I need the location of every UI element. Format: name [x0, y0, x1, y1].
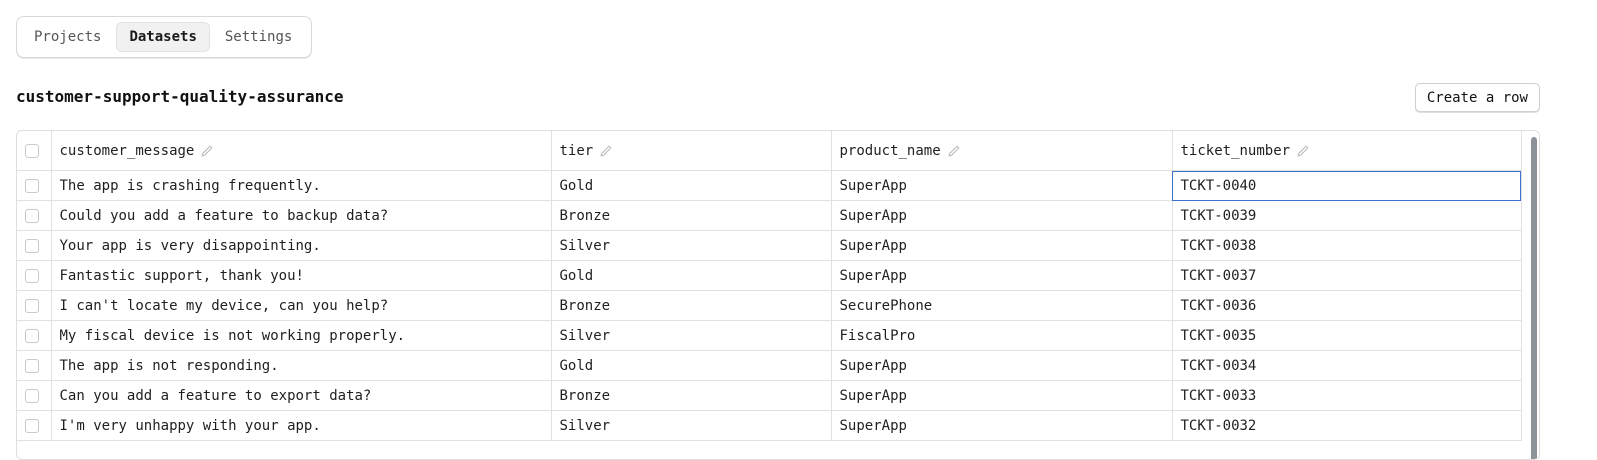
table-row[interactable]: Can you add a feature to export data? Br…	[17, 380, 1522, 411]
row-checkbox[interactable]	[25, 358, 39, 373]
row-checkbox[interactable]	[25, 208, 39, 223]
row-checkbox[interactable]	[25, 238, 39, 253]
cell-customer-message[interactable]: Your app is very disappointing.	[51, 230, 552, 261]
cell-tier[interactable]: Gold	[551, 350, 832, 381]
cell-product-name[interactable]: SuperApp	[831, 410, 1173, 441]
cell-customer-message[interactable]: The app is crashing frequently.	[51, 170, 552, 201]
row-checkbox[interactable]	[25, 388, 39, 403]
row-select-cell	[17, 200, 52, 231]
cell-customer-message[interactable]: I'm very unhappy with your app.	[51, 410, 552, 441]
cell-ticket-number[interactable]: TCKT-0039	[1172, 200, 1522, 231]
cell-tier[interactable]: Bronze	[551, 200, 832, 231]
pencil-icon[interactable]	[599, 144, 613, 158]
table-row[interactable]: The app is crashing frequently. Gold Sup…	[17, 170, 1522, 201]
select-all-cell	[17, 131, 52, 171]
row-select-cell	[17, 350, 52, 381]
cell-customer-message[interactable]: Could you add a feature to backup data?	[51, 200, 552, 231]
cell-tier[interactable]: Bronze	[551, 380, 832, 411]
cell-customer-message[interactable]: Fantastic support, thank you!	[51, 260, 552, 291]
column-header-product-name[interactable]: product_name	[831, 131, 1173, 171]
data-table: customer_message tier product_name ticke…	[17, 131, 1522, 441]
select-all-checkbox[interactable]	[25, 143, 39, 158]
cell-customer-message[interactable]: My fiscal device is not working properly…	[51, 320, 552, 351]
row-select-cell	[17, 410, 52, 441]
table-row[interactable]: I can't locate my device, can you help? …	[17, 290, 1522, 321]
data-table-container: customer_message tier product_name ticke…	[16, 130, 1540, 460]
column-header-label: product_name	[839, 142, 941, 159]
tab-bar: Projects Datasets Settings	[16, 16, 313, 58]
create-row-button[interactable]: Create a row	[1414, 83, 1540, 112]
cell-tier[interactable]: Silver	[551, 230, 832, 261]
row-checkbox[interactable]	[25, 328, 39, 343]
row-select-cell	[17, 380, 52, 411]
pencil-icon[interactable]	[947, 144, 961, 158]
page-title: customer-support-quality-assurance	[16, 87, 344, 106]
cell-customer-message[interactable]: The app is not responding.	[51, 350, 552, 381]
cell-customer-message[interactable]: Can you add a feature to export data?	[51, 380, 552, 411]
cell-ticket-number[interactable]: TCKT-0036	[1172, 290, 1522, 321]
cell-product-name[interactable]: SuperApp	[831, 230, 1173, 261]
cell-ticket-number[interactable]: TCKT-0038	[1172, 230, 1522, 261]
row-select-cell	[17, 260, 52, 291]
cell-ticket-number[interactable]: TCKT-0040	[1172, 170, 1522, 201]
column-header-label: tier	[559, 142, 594, 159]
cell-customer-message[interactable]: I can't locate my device, can you help?	[51, 290, 552, 321]
cell-ticket-number[interactable]: TCKT-0034	[1172, 350, 1522, 381]
cell-ticket-number[interactable]: TCKT-0037	[1172, 260, 1522, 291]
table-row[interactable]: My fiscal device is not working properly…	[17, 320, 1522, 351]
table-row[interactable]: Could you add a feature to backup data? …	[17, 200, 1522, 231]
column-header-ticket-number[interactable]: ticket_number	[1172, 131, 1522, 171]
cell-product-name[interactable]: FiscalPro	[831, 320, 1173, 351]
cell-tier[interactable]: Silver	[551, 410, 832, 441]
pencil-icon[interactable]	[200, 144, 214, 158]
cell-tier[interactable]: Bronze	[551, 290, 832, 321]
cell-product-name[interactable]: SuperApp	[831, 380, 1173, 411]
tab-settings[interactable]: Settings	[212, 22, 305, 52]
cell-product-name[interactable]: SecurePhone	[831, 290, 1173, 321]
cell-tier[interactable]: Gold	[551, 170, 832, 201]
column-header-tier[interactable]: tier	[551, 131, 832, 171]
cell-ticket-number[interactable]: TCKT-0035	[1172, 320, 1522, 351]
table-row[interactable]: Fantastic support, thank you! Gold Super…	[17, 260, 1522, 291]
table-row[interactable]: I'm very unhappy with your app. Silver S…	[17, 410, 1522, 441]
row-checkbox[interactable]	[25, 268, 39, 283]
table-row[interactable]: Your app is very disappointing. Silver S…	[17, 230, 1522, 261]
row-select-cell	[17, 170, 52, 201]
row-select-cell	[17, 230, 52, 261]
row-select-cell	[17, 320, 52, 351]
vertical-scrollbar[interactable]	[1531, 137, 1537, 459]
cell-tier[interactable]: Gold	[551, 260, 832, 291]
row-checkbox[interactable]	[25, 178, 39, 193]
row-checkbox[interactable]	[25, 418, 39, 433]
cell-tier[interactable]: Silver	[551, 320, 832, 351]
column-header-label: ticket_number	[1180, 142, 1291, 159]
cell-ticket-number[interactable]: TCKT-0032	[1172, 410, 1522, 441]
table-header-row: customer_message tier product_name ticke…	[17, 131, 1522, 171]
row-select-cell	[17, 290, 52, 321]
column-header-label: customer_message	[59, 142, 195, 159]
cell-product-name[interactable]: SuperApp	[831, 170, 1173, 201]
cell-product-name[interactable]: SuperApp	[831, 200, 1173, 231]
pencil-icon[interactable]	[1296, 144, 1310, 158]
tab-projects[interactable]: Projects	[21, 22, 114, 52]
table-row[interactable]: The app is not responding. Gold SuperApp…	[17, 350, 1522, 381]
tab-datasets[interactable]: Datasets	[116, 22, 210, 52]
cell-product-name[interactable]: SuperApp	[831, 260, 1173, 291]
row-checkbox[interactable]	[25, 298, 39, 313]
column-header-customer-message[interactable]: customer_message	[51, 131, 552, 171]
cell-product-name[interactable]: SuperApp	[831, 350, 1173, 381]
cell-ticket-number[interactable]: TCKT-0033	[1172, 380, 1522, 411]
